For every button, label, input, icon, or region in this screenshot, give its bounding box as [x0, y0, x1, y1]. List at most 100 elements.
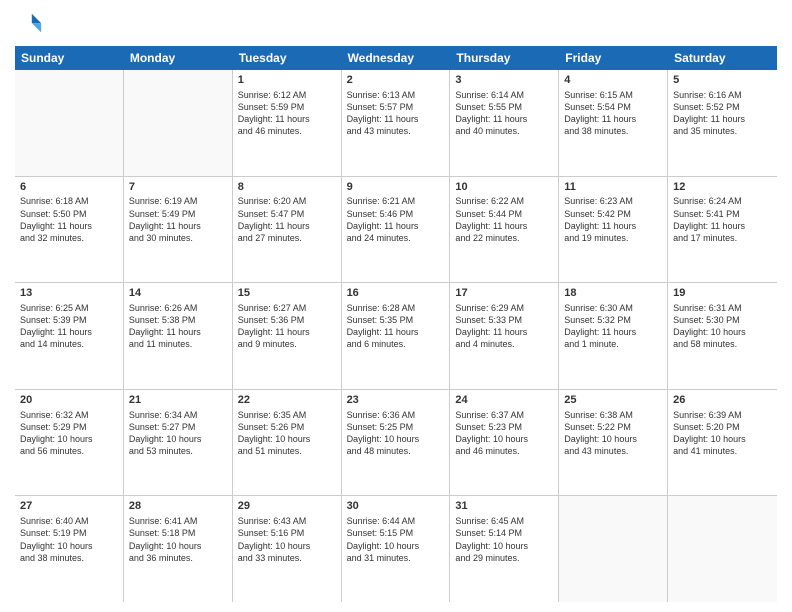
sunrise-text: Sunrise: 6:22 AM [455, 195, 553, 207]
sunset-text: Sunset: 5:49 PM [129, 208, 227, 220]
sunrise-text: Sunrise: 6:15 AM [564, 89, 662, 101]
sunset-text: Sunset: 5:44 PM [455, 208, 553, 220]
daylight-text: Daylight: 10 hours [455, 433, 553, 445]
daylight-text-2: and 9 minutes. [238, 338, 336, 350]
sunrise-text: Sunrise: 6:20 AM [238, 195, 336, 207]
day-number: 1 [238, 73, 336, 88]
calendar-cell: 22Sunrise: 6:35 AMSunset: 5:26 PMDayligh… [233, 390, 342, 496]
daylight-text: Daylight: 11 hours [673, 220, 772, 232]
sunset-text: Sunset: 5:52 PM [673, 101, 772, 113]
day-number: 2 [347, 73, 445, 88]
day-number: 31 [455, 499, 553, 514]
daylight-text: Daylight: 11 hours [673, 113, 772, 125]
daylight-text: Daylight: 10 hours [20, 433, 118, 445]
sunrise-text: Sunrise: 6:39 AM [673, 409, 772, 421]
day-number: 25 [564, 393, 662, 408]
daylight-text-2: and 48 minutes. [347, 445, 445, 457]
daylight-text-2: and 38 minutes. [564, 125, 662, 137]
day-number: 3 [455, 73, 553, 88]
day-of-week-monday: Monday [124, 46, 233, 70]
daylight-text-2: and 1 minute. [564, 338, 662, 350]
sunset-text: Sunset: 5:54 PM [564, 101, 662, 113]
daylight-text: Daylight: 11 hours [347, 326, 445, 338]
sunset-text: Sunset: 5:23 PM [455, 421, 553, 433]
daylight-text-2: and 31 minutes. [347, 552, 445, 564]
sunset-text: Sunset: 5:18 PM [129, 527, 227, 539]
sunrise-text: Sunrise: 6:25 AM [20, 302, 118, 314]
sunset-text: Sunset: 5:36 PM [238, 314, 336, 326]
calendar-cell: 25Sunrise: 6:38 AMSunset: 5:22 PMDayligh… [559, 390, 668, 496]
sunset-text: Sunset: 5:57 PM [347, 101, 445, 113]
daylight-text-2: and 36 minutes. [129, 552, 227, 564]
sunrise-text: Sunrise: 6:18 AM [20, 195, 118, 207]
calendar-cell: 31Sunrise: 6:45 AMSunset: 5:14 PMDayligh… [450, 496, 559, 602]
calendar-cell: 18Sunrise: 6:30 AMSunset: 5:32 PMDayligh… [559, 283, 668, 389]
sunset-text: Sunset: 5:50 PM [20, 208, 118, 220]
daylight-text-2: and 38 minutes. [20, 552, 118, 564]
sunset-text: Sunset: 5:29 PM [20, 421, 118, 433]
daylight-text-2: and 22 minutes. [455, 232, 553, 244]
calendar-body: 1Sunrise: 6:12 AMSunset: 5:59 PMDaylight… [15, 70, 777, 602]
day-number: 30 [347, 499, 445, 514]
calendar-header: SundayMondayTuesdayWednesdayThursdayFrid… [15, 46, 777, 70]
sunset-text: Sunset: 5:26 PM [238, 421, 336, 433]
daylight-text: Daylight: 11 hours [564, 326, 662, 338]
sunrise-text: Sunrise: 6:29 AM [455, 302, 553, 314]
sunrise-text: Sunrise: 6:36 AM [347, 409, 445, 421]
calendar-cell [559, 496, 668, 602]
daylight-text-2: and 56 minutes. [20, 445, 118, 457]
sunrise-text: Sunrise: 6:24 AM [673, 195, 772, 207]
daylight-text-2: and 33 minutes. [238, 552, 336, 564]
calendar-week-2: 6Sunrise: 6:18 AMSunset: 5:50 PMDaylight… [15, 177, 777, 284]
sunrise-text: Sunrise: 6:30 AM [564, 302, 662, 314]
calendar-cell: 26Sunrise: 6:39 AMSunset: 5:20 PMDayligh… [668, 390, 777, 496]
header [15, 10, 777, 38]
day-of-week-saturday: Saturday [668, 46, 777, 70]
sunset-text: Sunset: 5:30 PM [673, 314, 772, 326]
daylight-text-2: and 46 minutes. [455, 445, 553, 457]
daylight-text-2: and 24 minutes. [347, 232, 445, 244]
calendar-cell: 30Sunrise: 6:44 AMSunset: 5:15 PMDayligh… [342, 496, 451, 602]
sunset-text: Sunset: 5:22 PM [564, 421, 662, 433]
calendar-cell: 20Sunrise: 6:32 AMSunset: 5:29 PMDayligh… [15, 390, 124, 496]
sunrise-text: Sunrise: 6:37 AM [455, 409, 553, 421]
daylight-text-2: and 41 minutes. [673, 445, 772, 457]
daylight-text: Daylight: 10 hours [20, 540, 118, 552]
day-number: 28 [129, 499, 227, 514]
sunrise-text: Sunrise: 6:43 AM [238, 515, 336, 527]
sunset-text: Sunset: 5:25 PM [347, 421, 445, 433]
daylight-text: Daylight: 11 hours [129, 220, 227, 232]
daylight-text: Daylight: 11 hours [455, 113, 553, 125]
calendar-cell: 19Sunrise: 6:31 AMSunset: 5:30 PMDayligh… [668, 283, 777, 389]
day-of-week-wednesday: Wednesday [342, 46, 451, 70]
sunset-text: Sunset: 5:19 PM [20, 527, 118, 539]
daylight-text: Daylight: 11 hours [20, 220, 118, 232]
day-number: 17 [455, 286, 553, 301]
daylight-text-2: and 6 minutes. [347, 338, 445, 350]
sunset-text: Sunset: 5:55 PM [455, 101, 553, 113]
day-number: 14 [129, 286, 227, 301]
day-number: 27 [20, 499, 118, 514]
calendar: SundayMondayTuesdayWednesdayThursdayFrid… [15, 46, 777, 602]
calendar-cell [124, 70, 233, 176]
sunrise-text: Sunrise: 6:23 AM [564, 195, 662, 207]
day-of-week-sunday: Sunday [15, 46, 124, 70]
daylight-text: Daylight: 10 hours [673, 433, 772, 445]
daylight-text: Daylight: 11 hours [564, 220, 662, 232]
sunset-text: Sunset: 5:33 PM [455, 314, 553, 326]
daylight-text-2: and 14 minutes. [20, 338, 118, 350]
sunset-text: Sunset: 5:47 PM [238, 208, 336, 220]
day-number: 22 [238, 393, 336, 408]
daylight-text: Daylight: 11 hours [564, 113, 662, 125]
calendar-cell: 1Sunrise: 6:12 AMSunset: 5:59 PMDaylight… [233, 70, 342, 176]
calendar-week-1: 1Sunrise: 6:12 AMSunset: 5:59 PMDaylight… [15, 70, 777, 177]
sunrise-text: Sunrise: 6:21 AM [347, 195, 445, 207]
sunrise-text: Sunrise: 6:32 AM [20, 409, 118, 421]
calendar-cell: 16Sunrise: 6:28 AMSunset: 5:35 PMDayligh… [342, 283, 451, 389]
sunrise-text: Sunrise: 6:44 AM [347, 515, 445, 527]
calendar-cell: 3Sunrise: 6:14 AMSunset: 5:55 PMDaylight… [450, 70, 559, 176]
day-of-week-thursday: Thursday [450, 46, 559, 70]
daylight-text-2: and 30 minutes. [129, 232, 227, 244]
day-number: 8 [238, 180, 336, 195]
daylight-text: Daylight: 11 hours [238, 113, 336, 125]
